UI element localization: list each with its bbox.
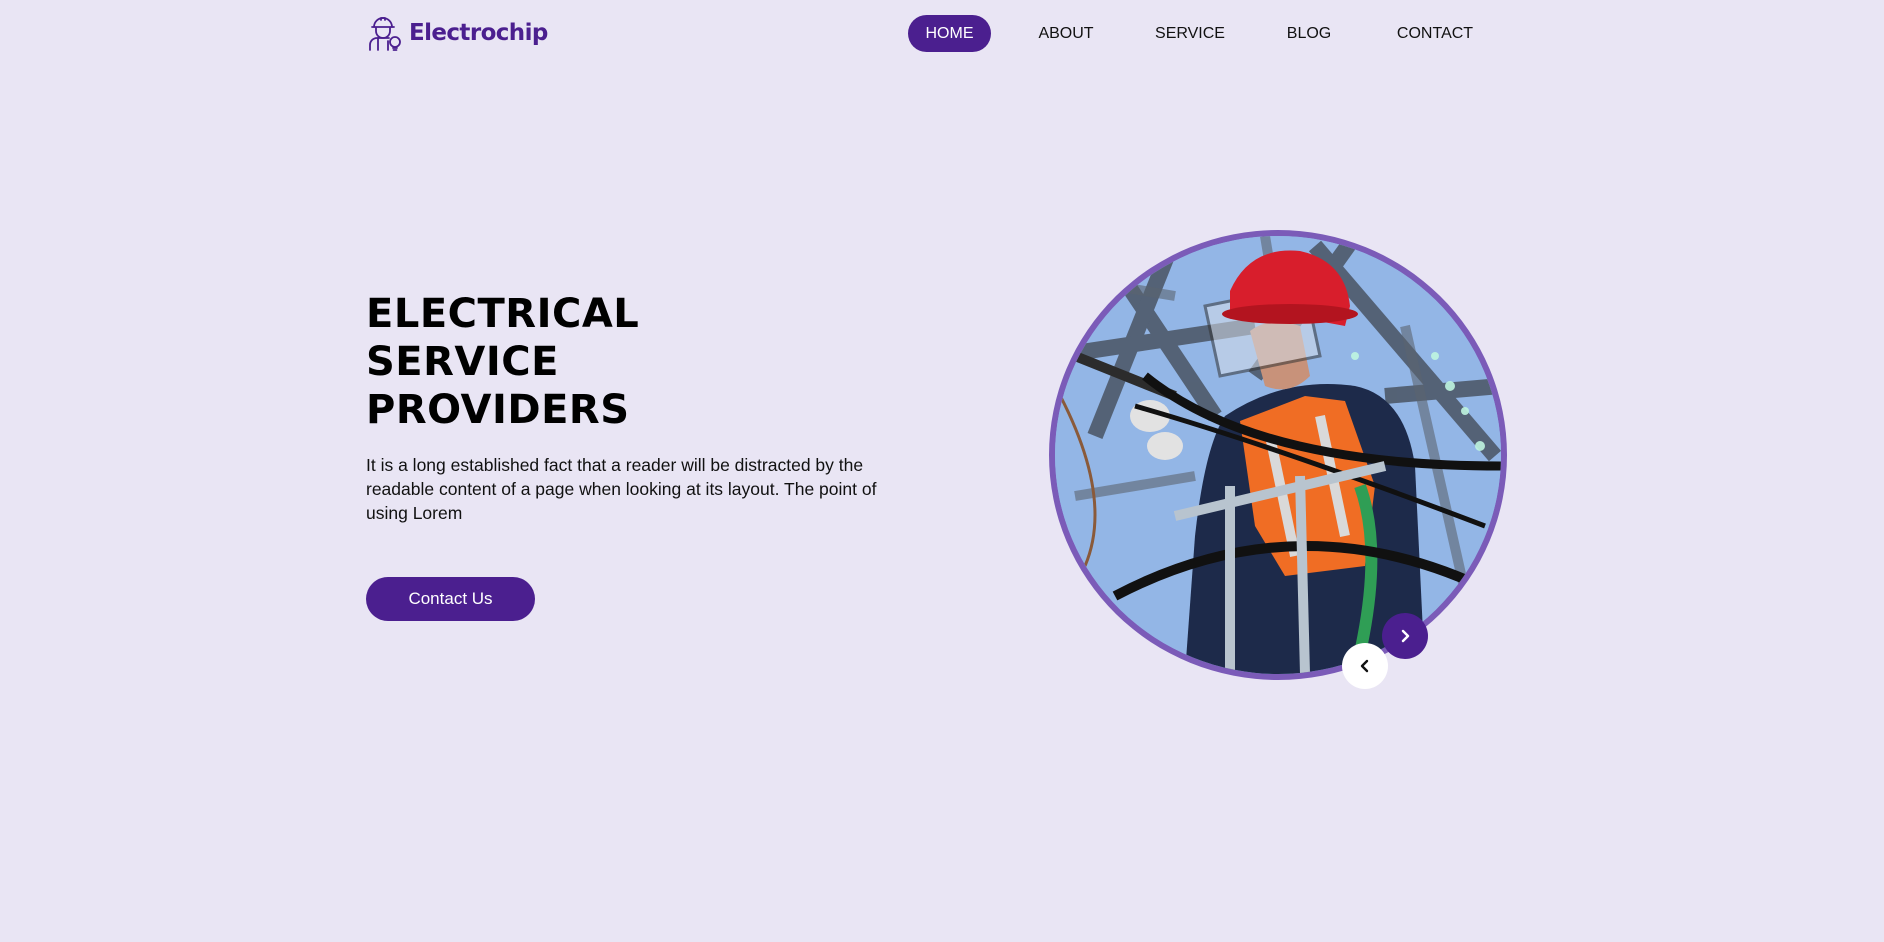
electrician-photo — [1055, 236, 1501, 674]
slider-next-button[interactable] — [1382, 613, 1428, 659]
chevron-right-icon — [1401, 629, 1410, 643]
page: Electrochip HOME ABOUT SERVICE BLOG CONT… — [0, 0, 1884, 942]
chevron-left-icon — [1360, 659, 1369, 673]
hero-image — [1049, 230, 1507, 680]
brand-logo[interactable]: Electrochip — [366, 14, 548, 52]
hero-description: It is a long established fact that a rea… — [366, 455, 877, 523]
nav-contact[interactable]: CONTACT — [1390, 15, 1480, 52]
slider-prev-button[interactable] — [1342, 643, 1388, 689]
nav-service[interactable]: SERVICE — [1150, 15, 1230, 52]
nav-about[interactable]: ABOUT — [1030, 15, 1102, 52]
hero-title-line: PROVIDERS — [366, 387, 630, 433]
nav-home[interactable]: HOME — [908, 15, 991, 52]
hero-title: ELECTRICAL SERVICE PROVIDERS — [366, 290, 639, 434]
contact-us-button[interactable]: Contact Us — [366, 577, 535, 621]
nav-blog[interactable]: BLOG — [1281, 15, 1337, 52]
brand-name: Electrochip — [409, 20, 548, 46]
hero-title-line: ELECTRICAL — [366, 291, 640, 337]
hero-title-line: SERVICE — [366, 339, 559, 385]
worker-with-lightbulb-icon — [369, 17, 401, 51]
